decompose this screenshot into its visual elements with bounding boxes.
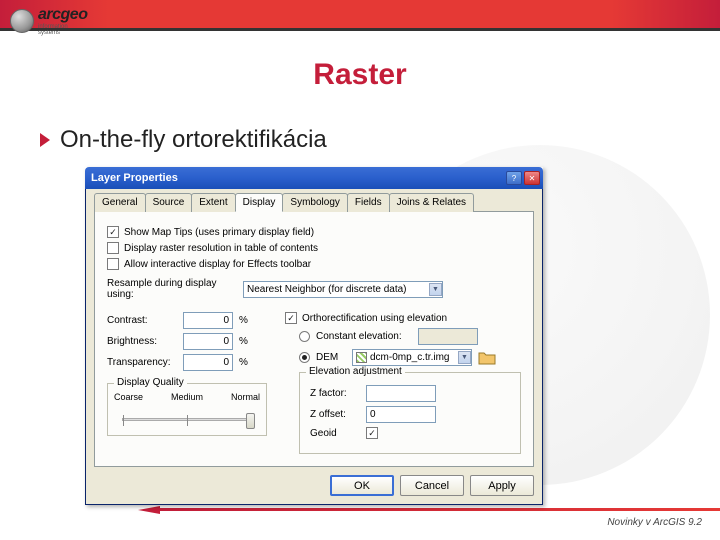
brightness-input[interactable]: 0 bbox=[183, 333, 233, 350]
display-quality-title: Display Quality bbox=[114, 377, 187, 388]
display-panel: ✓ Show Map Tips (uses primary display fi… bbox=[94, 211, 534, 467]
footer-accent-bar bbox=[160, 508, 720, 511]
constant-elevation-label: Constant elevation: bbox=[316, 331, 412, 342]
slide-content: On-the-fly ortorektifikácia bbox=[40, 126, 720, 154]
slide-title: Raster bbox=[0, 58, 720, 92]
allow-interactive-checkbox[interactable] bbox=[107, 258, 119, 270]
display-resolution-label: Display raster resolution in table of co… bbox=[124, 243, 318, 254]
ortho-label: Orthorectification using elevation bbox=[302, 313, 447, 324]
geoid-checkbox[interactable]: ✓ bbox=[366, 427, 378, 439]
allow-interactive-label: Allow interactive display for Effects to… bbox=[124, 259, 311, 270]
tab-symbology[interactable]: Symbology bbox=[282, 193, 347, 212]
tab-fields[interactable]: Fields bbox=[347, 193, 390, 212]
help-button[interactable]: ? bbox=[506, 171, 522, 185]
tab-general[interactable]: General bbox=[94, 193, 146, 212]
quality-slider-thumb[interactable] bbox=[246, 413, 255, 429]
constant-elevation-radio[interactable] bbox=[299, 331, 310, 342]
chevron-down-icon: ▼ bbox=[429, 283, 442, 296]
zfactor-label: Z factor: bbox=[310, 388, 360, 399]
dem-combo[interactable]: dcm-0mp_c.tr.img ▼ bbox=[352, 349, 472, 366]
geoid-label: Geoid bbox=[310, 428, 360, 439]
zfactor-input[interactable] bbox=[366, 385, 436, 402]
transparency-input[interactable]: 0 bbox=[183, 354, 233, 371]
dem-radio[interactable] bbox=[299, 352, 310, 363]
brand-sub2: systems bbox=[38, 30, 87, 36]
brand-name: arcgeo bbox=[38, 6, 87, 24]
zoffset-input[interactable]: 0 bbox=[366, 406, 436, 423]
cancel-button[interactable]: Cancel bbox=[400, 475, 464, 496]
tab-source[interactable]: Source bbox=[145, 193, 193, 212]
resample-label: Resample during display using: bbox=[107, 278, 237, 300]
ok-button[interactable]: OK bbox=[330, 475, 394, 496]
bullet-text: On-the-fly ortorektifikácia bbox=[60, 126, 327, 154]
resample-combo[interactable]: Nearest Neighbor (for discrete data) ▼ bbox=[243, 281, 443, 298]
display-resolution-checkbox[interactable] bbox=[107, 242, 119, 254]
dialog-title: Layer Properties bbox=[91, 172, 178, 184]
elevation-adjustment-group: Elevation adjustment Z factor: Z offset:… bbox=[299, 372, 521, 454]
contrast-unit: % bbox=[239, 315, 248, 326]
contrast-input[interactable]: 0 bbox=[183, 312, 233, 329]
elevation-adjustment-title: Elevation adjustment bbox=[306, 366, 405, 377]
dem-value: dcm-0mp_c.tr.img bbox=[370, 352, 449, 363]
tab-joins-relates[interactable]: Joins & Relates bbox=[389, 193, 474, 212]
transparency-unit: % bbox=[239, 357, 248, 368]
logo: arcgeo information systems bbox=[10, 6, 87, 36]
show-map-tips-checkbox[interactable]: ✓ bbox=[107, 226, 119, 238]
brightness-label: Brightness: bbox=[107, 336, 177, 347]
show-map-tips-label: Show Map Tips (uses primary display fiel… bbox=[124, 227, 314, 238]
footer-text: Novinky v ArcGIS 9.2 bbox=[607, 511, 720, 528]
quality-normal-label: Normal bbox=[231, 392, 260, 402]
quality-medium-label: Medium bbox=[171, 392, 203, 402]
dialog-titlebar[interactable]: Layer Properties ? ✕ bbox=[85, 167, 543, 189]
chevron-down-icon: ▼ bbox=[458, 351, 471, 364]
quality-slider[interactable] bbox=[122, 418, 252, 421]
slide-footer: Novinky v ArcGIS 9.2 bbox=[0, 508, 720, 530]
tab-extent[interactable]: Extent bbox=[191, 193, 235, 212]
layer-properties-dialog: Layer Properties ? ✕ General Source Exte… bbox=[85, 167, 543, 505]
dem-label: DEM bbox=[316, 352, 346, 363]
resample-value: Nearest Neighbor (for discrete data) bbox=[247, 284, 407, 295]
ortho-checkbox[interactable]: ✓ bbox=[285, 312, 297, 324]
raster-icon bbox=[356, 352, 367, 363]
display-quality-group: Display Quality Coarse Medium Normal bbox=[107, 383, 267, 436]
close-button[interactable]: ✕ bbox=[524, 171, 540, 185]
apply-button[interactable]: Apply bbox=[470, 475, 534, 496]
brightness-unit: % bbox=[239, 336, 248, 347]
browse-folder-button[interactable] bbox=[478, 350, 496, 366]
constant-elevation-input[interactable] bbox=[418, 328, 478, 345]
zoffset-label: Z offset: bbox=[310, 409, 360, 420]
tab-strip: General Source Extent Display Symbology … bbox=[94, 193, 534, 212]
transparency-label: Transparency: bbox=[107, 357, 177, 368]
bullet-arrow-icon bbox=[40, 133, 50, 147]
contrast-label: Contrast: bbox=[107, 315, 177, 326]
tab-display[interactable]: Display bbox=[235, 193, 284, 212]
quality-coarse-label: Coarse bbox=[114, 392, 143, 402]
globe-icon bbox=[10, 9, 34, 33]
slide-topbar bbox=[0, 0, 720, 28]
